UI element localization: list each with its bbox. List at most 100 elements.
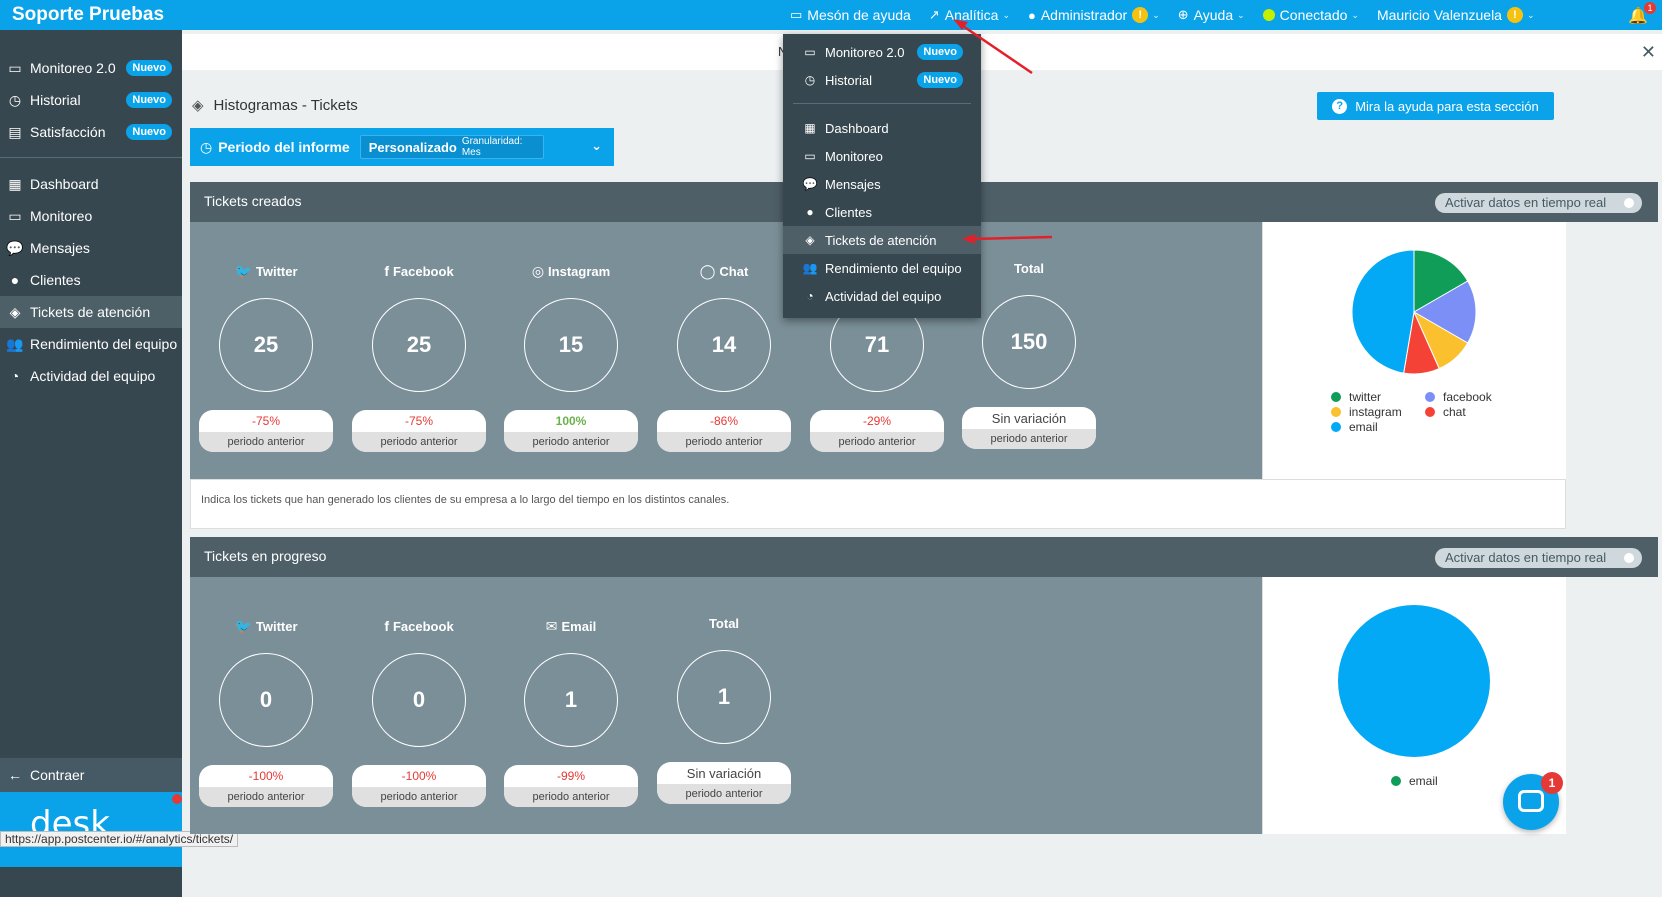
channel-name: Instagram <box>548 263 611 279</box>
channel-label: ✉ Email <box>503 615 639 637</box>
monitor-icon: ▭ <box>8 207 22 224</box>
chevron-down-icon: ⌄ <box>1002 9 1010 20</box>
chevron-down-icon: ⌄ <box>1351 9 1359 20</box>
dropdown-item-monitoreo-2[interactable]: ▭ Monitoreo 2.0 Nuevo <box>783 38 981 66</box>
pie-slice-email <box>1338 605 1490 757</box>
sidebar-item-monitoreo[interactable]: ▭ Monitoreo <box>0 200 182 232</box>
legend-label: email <box>1349 420 1378 434</box>
sidebar-item-historial[interactable]: ◷ Historial Nuevo <box>0 84 182 116</box>
sidebar-item-label: Actividad del equipo <box>30 368 156 384</box>
variation-caption: periodo anterior <box>657 784 791 804</box>
channel-name: Email <box>561 618 597 634</box>
sidebar-item-label: Satisfacción <box>30 124 106 140</box>
sidebar-item-label: Monitoreo <box>30 208 93 224</box>
bar-chart-icon: ▤ <box>8 123 22 140</box>
variation-box: -75% periodo anterior <box>199 410 333 452</box>
dropdown-item-mensajes[interactable]: 💬 Mensajes <box>783 170 981 198</box>
monitor-icon: ▭ <box>804 149 816 163</box>
report-period-selector[interactable]: ◷ Periodo del informe Personalizado Gran… <box>190 128 614 166</box>
desk-notification-dot <box>172 794 182 804</box>
dropdown-item-dashboard[interactable]: ▦ Dashboard <box>783 114 981 142</box>
dropdown-item-label: Monitoreo <box>825 148 883 164</box>
channel-twitter: 🐦 Twitter 0 -100% periodo anterior <box>198 615 334 807</box>
variation-caption: periodo anterior <box>504 432 638 452</box>
variation-box: Sin variación periodo anterior <box>962 407 1096 449</box>
channel-count: 15 <box>524 298 618 392</box>
variation-box: -99% periodo anterior <box>504 765 638 807</box>
dropdown-item-rendimiento[interactable]: 👥 Rendimiento del equipo <box>783 254 981 282</box>
sidebar-item-monitoreo-2[interactable]: ▭ Monitoreo 2.0 Nuevo <box>0 52 182 84</box>
channel-count: 1 <box>677 650 771 744</box>
legend-swatch <box>1331 392 1341 402</box>
dropdown-item-label: Monitoreo 2.0 <box>825 44 905 60</box>
nav-ayuda[interactable]: ⊕ Ayuda ⌄ <box>1178 7 1245 23</box>
pie-chart <box>1351 249 1477 375</box>
sidebar-item-rendimiento[interactable]: 👥 Rendimiento del equipo <box>0 328 182 360</box>
variation-value: -99% <box>556 769 585 783</box>
ticket-icon: ◈ <box>192 97 204 114</box>
channel-label: 🐦 Twitter <box>198 615 334 637</box>
nav-meson-ayuda[interactable]: ▭ Mesón de ayuda <box>790 7 911 23</box>
chevron-down-icon: ⌄ <box>591 138 602 153</box>
nav-conectado[interactable]: Conectado ⌄ <box>1262 7 1359 23</box>
trend-icon: ↗ <box>928 7 940 22</box>
sidebar: ▭ Monitoreo 2.0 Nuevo ◷ Historial Nuevo … <box>0 30 182 897</box>
realtime-toggle[interactable]: Activar datos en tiempo real <box>1435 548 1642 568</box>
chart-legend: twitter facebook instagram chat email <box>1331 390 1561 440</box>
channel-name: Facebook <box>392 618 454 634</box>
sidebar-item-actividad[interactable]: ◔ Actividad del equipo <box>0 360 182 392</box>
rss-icon: ◔ <box>10 368 20 384</box>
help-section-button[interactable]: ? Mira la ayuda para esta sección <box>1317 92 1554 120</box>
variation-caption: periodo anterior <box>352 787 486 807</box>
channel-facebook: f Facebook 25 -75% periodo anterior <box>351 260 487 452</box>
realtime-toggle[interactable]: Activar datos en tiempo real <box>1435 193 1642 213</box>
nav-label: Mesón de ayuda <box>807 7 911 23</box>
sidebar-item-label: Dashboard <box>30 176 99 192</box>
toggle-knob <box>1624 553 1634 563</box>
legend-label: twitter <box>1349 390 1382 404</box>
close-icon[interactable]: ✕ <box>1641 42 1656 63</box>
variation-box: -100% periodo anterior <box>352 765 486 807</box>
dashboard-icon: ▦ <box>8 175 22 192</box>
nav-user-menu[interactable]: Mauricio Valenzuela ! ⌄ <box>1377 7 1535 23</box>
legend-swatch <box>1331 422 1341 432</box>
period-value-text: Personalizado <box>368 139 457 155</box>
nav-administrador[interactable]: ● Administrador ! ⌄ <box>1028 7 1160 23</box>
app-title[interactable]: Soporte Pruebas <box>12 4 164 26</box>
monitor-icon: ▭ <box>8 59 22 76</box>
channel-chat: ◯ Chat 14 -86% periodo anterior <box>656 260 792 452</box>
sidebar-item-clientes[interactable]: ● Clientes <box>0 264 182 296</box>
lifebuoy-icon: ⊕ <box>1177 7 1189 22</box>
collapse-sidebar-button[interactable]: ← Contraer <box>0 758 182 792</box>
pie-chart-panel: twitter facebook instagram chat email <box>1262 222 1566 479</box>
dropdown-item-monitoreo[interactable]: ▭ Monitoreo <box>783 142 981 170</box>
sidebar-item-mensajes[interactable]: 💬 Mensajes <box>0 232 182 264</box>
new-badge: Nuevo <box>126 124 172 140</box>
dropdown-item-actividad[interactable]: ◔ Actividad del equipo <box>783 282 981 310</box>
panel-title: Tickets creados <box>204 193 302 209</box>
sidebar-item-satisfaccion[interactable]: ▤ Satisfacción Nuevo <box>0 116 182 148</box>
chat-widget-badge: 1 <box>1541 772 1563 794</box>
variation-box: 100% periodo anterior <box>504 410 638 452</box>
legend-swatch <box>1425 407 1435 417</box>
legend-item: email <box>1331 420 1378 434</box>
dropdown-item-label: Tickets de atención <box>825 232 937 248</box>
sidebar-item-dashboard[interactable]: ▦ Dashboard <box>0 168 182 200</box>
panel-header: Tickets en progreso Activar datos en tie… <box>190 537 1658 577</box>
channel-twitter: 🐦 Twitter 25 -75% periodo anterior <box>198 260 334 452</box>
legend-swatch <box>1425 392 1435 402</box>
chevron-down-icon: ⌄ <box>1152 9 1160 20</box>
dropdown-item-historial[interactable]: ◷ Historial Nuevo <box>783 66 981 94</box>
dropdown-item-tickets[interactable]: ◈ Tickets de atención <box>783 226 981 254</box>
chevron-down-icon: ⌄ <box>1237 9 1245 20</box>
panel-body: 🐦 Twitter 0 -100% periodo anterior f Facebo… <box>190 577 1262 834</box>
variation-box: -100% periodo anterior <box>199 765 333 807</box>
sidebar-item-label: Tickets de atención <box>30 304 151 320</box>
sidebar-item-tickets[interactable]: ◈ Tickets de atención <box>0 296 182 328</box>
channel-instagram: ◎ Instagram 15 100% periodo anterior <box>503 260 639 452</box>
legend-label: instagram <box>1349 405 1402 419</box>
desk-widget[interactable]: desk <box>0 792 182 867</box>
dropdown-item-clientes[interactable]: ● Clientes <box>783 198 981 226</box>
nav-analitica[interactable]: ↗ Analítica ⌄ <box>929 7 1010 23</box>
top-bar: Soporte Pruebas ▭ Mesón de ayuda ↗ Analí… <box>0 0 1662 30</box>
